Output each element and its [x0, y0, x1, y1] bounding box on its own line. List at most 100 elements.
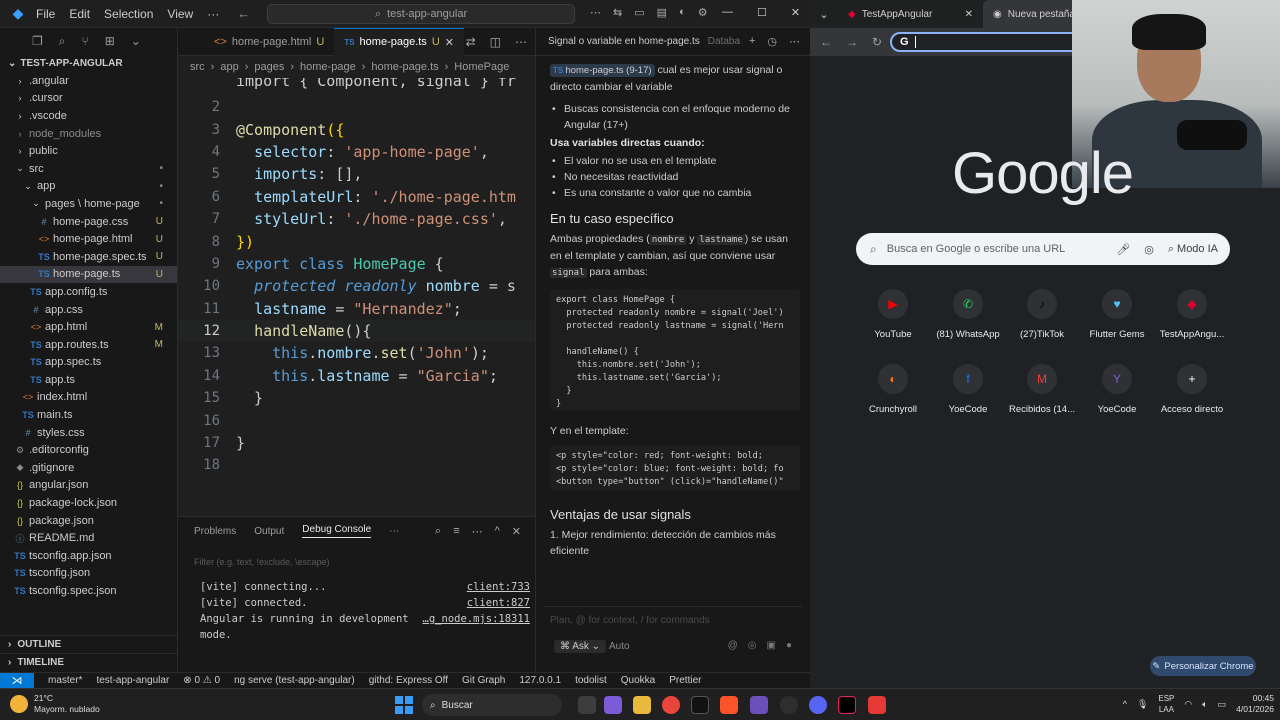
tree-item[interactable]: <> app.html M	[0, 318, 177, 336]
tree-item[interactable]: › node_modules	[0, 125, 177, 143]
outline-section[interactable]: › OUTLINE	[0, 635, 178, 653]
tab-home-page-ts[interactable]: TS home-page.ts U ✕	[334, 27, 464, 56]
shortcut-tile[interactable]: + Acceso directo	[1155, 364, 1229, 415]
tab-problems[interactable]: Problems	[194, 526, 236, 537]
tree-item[interactable]: ⌄ pages \ home-page •	[0, 195, 177, 213]
menu-selection[interactable]: Selection	[104, 7, 153, 21]
compare-icon[interactable]: ⇄	[466, 35, 476, 49]
back-arrow-icon[interactable]: ←	[237, 6, 250, 21]
browser-tab-testappangular[interactable]: ◆ TestAppAngular ✕	[838, 0, 983, 28]
source-link[interactable]: …g_node.mjs:18311	[423, 611, 530, 627]
timeline-section[interactable]: › TIMELINE	[0, 653, 178, 671]
tab-home-page-html[interactable]: <> home-page.html U	[178, 28, 334, 56]
clock[interactable]: 00:45 4/01/2026	[1236, 693, 1274, 715]
app-red-icon[interactable]	[868, 696, 886, 714]
shortcut-tile[interactable]: ✆ (81) WhatsApp	[931, 289, 1005, 340]
tree-item[interactable]: {} package.json	[0, 512, 177, 530]
chat-input[interactable]: Plan, @ for context, / for commands	[550, 615, 710, 626]
chrome-taskbar-icon[interactable]	[662, 696, 680, 714]
extensions-icon[interactable]: ⊞	[105, 34, 115, 48]
code-block-class[interactable]: export class HomePage { protected readon…	[550, 289, 800, 411]
code-line[interactable]: 13 this.nombre.set('John');	[178, 342, 535, 364]
chat-tab-extra[interactable]: Databa	[708, 36, 740, 47]
image-icon[interactable]: ▣	[767, 640, 776, 651]
code-line[interactable]: 9 export class HomePage {	[178, 253, 535, 275]
maximize-icon[interactable]: ☐	[757, 6, 767, 19]
code-line[interactable]: 14 this.lastname = "Garcia";	[178, 365, 535, 387]
shortcut-tile[interactable]: f YoeCode	[931, 364, 1005, 415]
reload-icon[interactable]: ↻	[872, 35, 882, 49]
tree-item[interactable]: # styles.css	[0, 424, 177, 442]
chevron-up-icon[interactable]: ^	[495, 525, 500, 538]
panel-icon[interactable]: ▤	[657, 6, 667, 19]
explorer-root[interactable]: ⌄ TEST-APP-ANGULAR	[0, 54, 177, 72]
shortcut-tile[interactable]: ◐ Crunchyroll	[856, 364, 930, 415]
layout-icon[interactable]: ▭	[634, 6, 644, 19]
tab-search-icon[interactable]: ⌄	[810, 8, 838, 21]
breadcrumb-item[interactable]: home-page.ts	[371, 61, 438, 73]
code-line[interactable]: 4 selector: 'app-home-page',	[178, 141, 535, 163]
google-search-box[interactable]: ⌕ Busca en Google o escribe una URL 🎤︎ ◎…	[856, 233, 1230, 265]
shortcut-tile[interactable]: M Recibidos (14...	[1005, 364, 1079, 415]
voice-search-icon[interactable]: 🎤︎	[1116, 243, 1130, 256]
tiktok-icon[interactable]	[838, 696, 856, 714]
history-icon[interactable]: ◷	[767, 35, 777, 48]
tree-item[interactable]: › .vscode	[0, 107, 177, 125]
close-tab-icon[interactable]: ✕	[445, 36, 454, 49]
mention-icon[interactable]: @	[728, 640, 738, 651]
more-icon[interactable]: ⋯	[789, 35, 800, 48]
close-window-icon[interactable]: ✕	[791, 6, 800, 19]
status-prettier[interactable]: Prettier	[669, 675, 701, 686]
battery-icon[interactable]: ▭	[1218, 699, 1227, 710]
close-panel-icon[interactable]: ✕	[512, 525, 521, 538]
command-center[interactable]: ⌕ test-app-angular	[267, 4, 575, 24]
account-icon[interactable]: ◐	[679, 6, 686, 19]
tree-item[interactable]: TS home-page.spec.ts U	[0, 248, 177, 266]
code-line[interactable]: 8})	[178, 230, 535, 252]
status-problems[interactable]: ⊗ 0 ⚠ 0	[183, 675, 220, 686]
tree-item[interactable]: TS home-page.ts U	[0, 265, 177, 284]
menu-edit[interactable]: Edit	[69, 7, 90, 21]
discord-icon[interactable]	[809, 696, 827, 714]
status-githd[interactable]: githd: Express Off	[369, 675, 448, 686]
code-line[interactable]: 11 lastname = "Hernandez";	[178, 298, 535, 320]
tree-item[interactable]: › .cursor	[0, 90, 177, 108]
globe-icon[interactable]: ◎	[748, 640, 757, 651]
code-line[interactable]: 2	[178, 96, 535, 118]
breadcrumb-item[interactable]: src	[190, 61, 205, 73]
tree-item[interactable]: ⓘ README.md	[0, 529, 177, 547]
tree-item[interactable]: TS main.ts	[0, 406, 177, 424]
shortcut-tile[interactable]: ▶ YouTube	[856, 289, 930, 340]
status-quokka[interactable]: Quokka	[621, 675, 655, 686]
status-host[interactable]: 127.0.0.1	[519, 675, 561, 686]
tree-item[interactable]: TS tsconfig.app.json	[0, 547, 177, 565]
tree-item[interactable]: ⚙ .editorconfig	[0, 441, 177, 459]
code-line[interactable]: 5 imports: [],	[178, 163, 535, 185]
tree-item[interactable]: TS tsconfig.spec.json	[0, 582, 177, 600]
tree-item[interactable]: # app.css	[0, 301, 177, 319]
more-menu-icon[interactable]: ···	[207, 7, 219, 21]
minimize-icon[interactable]: —	[722, 6, 733, 19]
back-icon[interactable]: ←	[820, 35, 832, 49]
more-icon[interactable]: ⋯	[389, 526, 399, 537]
tree-item[interactable]: › public	[0, 142, 177, 160]
split-editor-icon[interactable]: ◫	[490, 35, 501, 49]
forward-icon[interactable]: →	[846, 35, 858, 49]
status-task[interactable]: ng serve (test-app-angular)	[234, 675, 355, 686]
windows-start-icon[interactable]	[395, 696, 413, 714]
settings-icon[interactable]	[780, 696, 798, 714]
tab-output[interactable]: Output	[254, 526, 284, 537]
breadcrumb-item[interactable]: HomePage	[454, 61, 509, 73]
chevron-up-icon[interactable]: ^	[1123, 699, 1127, 709]
weather-widget[interactable]: 21°C Mayorm. nublado	[10, 693, 100, 715]
sync-icon[interactable]: ⇆	[613, 6, 622, 19]
debug-filter-input[interactable]: Filter (e.g. text, !exclude, \escape)	[194, 557, 330, 567]
code-block-template[interactable]: <p style="color: red; font-weight: bold;…	[550, 445, 800, 491]
brave-icon[interactable]	[720, 696, 738, 714]
breadcrumb-item[interactable]: pages	[254, 61, 284, 73]
settings-gear-icon[interactable]: ⚙	[698, 6, 708, 19]
tree-item[interactable]: {} angular.json	[0, 477, 177, 495]
code-line[interactable]: 15 }	[178, 387, 535, 409]
chevron-down-icon[interactable]: ⌄	[131, 34, 141, 48]
code-line[interactable]: 7 styleUrl: './home-page.css',	[178, 208, 535, 230]
